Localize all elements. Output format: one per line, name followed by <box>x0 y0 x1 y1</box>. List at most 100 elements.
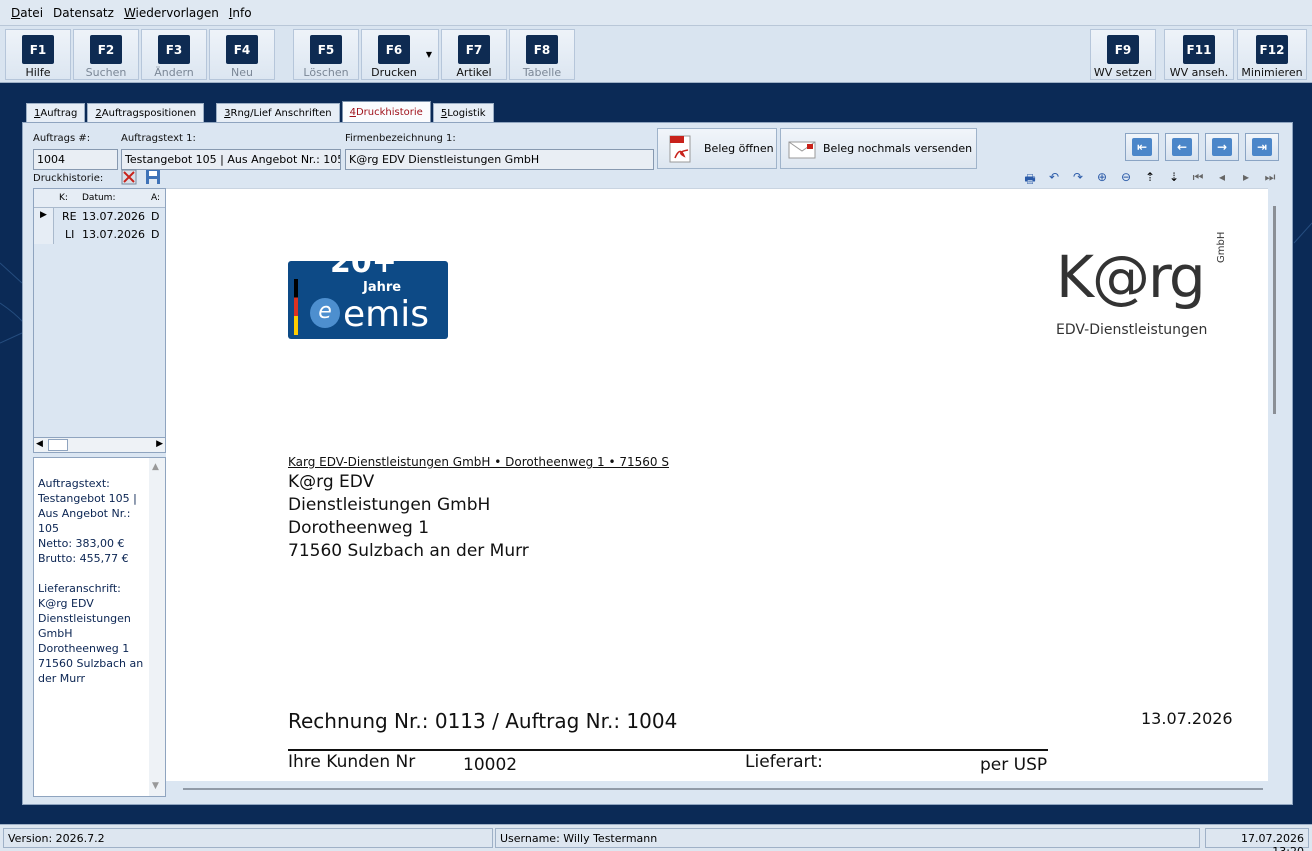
address-line-4: 71560 Sulzbach an der Murr <box>288 541 529 561</box>
grid-horizontal-scrollbar[interactable]: ◀ ▶ <box>33 437 166 453</box>
print-icon[interactable]: 🖶 <box>1018 170 1042 186</box>
find-up-icon[interactable]: ⇡ <box>1138 170 1162 186</box>
resend-document-label: Beleg nochmals versenden <box>823 142 973 155</box>
table-row[interactable]: ▶ RE 13.07.2026 D <box>34 208 165 226</box>
f11-view-reminder-button[interactable]: F11 WV anseh. <box>1164 29 1234 80</box>
tab-anschriften-label: Rng/Lief Anschriften <box>230 108 332 119</box>
firmenbezeichnung-label: Firmenbezeichnung 1: <box>345 133 456 144</box>
tab-strip: 1 Auftrag 2 Auftragspositionen 3 Rng/Lie… <box>26 101 496 123</box>
pdf-icon <box>669 135 691 162</box>
f6-print-button[interactable]: F6 Drucken ▼ <box>361 29 439 80</box>
prev-page-icon[interactable]: ◂ <box>1210 170 1234 186</box>
document-preview: 20+ Jahre e emis K@rg GmbH EDV-Dienstlei… <box>166 188 1276 781</box>
resend-document-button[interactable]: Beleg nochmals versenden <box>780 128 977 169</box>
f5-delete-button[interactable]: F5 Löschen <box>293 29 359 80</box>
first-page-icon[interactable]: ⏮ <box>1186 170 1210 186</box>
scroll-right-icon[interactable]: ▶ <box>156 439 163 449</box>
order-info-box: Auftragstext: Testangebot 105 | Aus Ange… <box>33 457 166 797</box>
save-icon[interactable] <box>145 169 161 185</box>
auftrag-number-field[interactable]: 1004 <box>33 149 118 170</box>
f11-cap: F11 <box>1183 35 1215 64</box>
e-icon: e <box>310 298 340 328</box>
prev-record-button[interactable]: ← <box>1165 133 1199 161</box>
row-datum: 13.07.2026 <box>82 210 145 223</box>
table-row[interactable]: LI 13.07.2026 D <box>34 226 165 244</box>
scroll-thumb[interactable] <box>48 439 68 451</box>
menu-datensatz[interactable]: Datensatz <box>48 6 119 20</box>
f7-article-button[interactable]: F7 Artikel <box>441 29 507 80</box>
f7-label: Artikel <box>456 66 492 79</box>
function-toolbar: F1 Hilfe F2 Suchen F3 Ändern F4 Neu F5 Lösche… <box>0 26 1312 83</box>
f3-edit-button[interactable]: F3 Ändern <box>141 29 207 80</box>
tab-auftragspositionen[interactable]: 2 Auftragspositionen <box>87 103 205 123</box>
logo-gmbh: GmbH <box>1216 231 1227 263</box>
tab-logistik[interactable]: 5 Logistik <box>432 103 494 123</box>
druckhistorie-panel: Auftrags #: 1004 Auftragstext 1: Testang… <box>22 122 1293 805</box>
customer-no-label: Ihre Kunden Nr <box>288 752 416 772</box>
row-selected-icon: ▶ <box>40 210 47 220</box>
f9-set-reminder-button[interactable]: F9 WV setzen <box>1090 29 1156 80</box>
open-document-button[interactable]: Beleg öffnen <box>657 128 777 169</box>
scroll-up-icon[interactable]: ▲ <box>152 460 159 475</box>
logo-emis: emis <box>343 294 429 335</box>
f5-cap: F5 <box>310 35 342 64</box>
f4-new-button[interactable]: F4 Neu <box>209 29 275 80</box>
f1-label: Hilfe <box>25 66 51 79</box>
f4-label: Neu <box>231 66 253 79</box>
find-down-icon[interactable]: ⇣ <box>1162 170 1186 186</box>
f2-search-button[interactable]: F2 Suchen <box>73 29 139 80</box>
f12-cap: F12 <box>1256 35 1288 64</box>
next-record-button[interactable]: → <box>1205 133 1239 161</box>
address-line-1: K@rg EDV <box>288 472 375 492</box>
tab-druckhistorie[interactable]: 4 Druckhistorie <box>341 101 431 123</box>
next-page-icon[interactable]: ▸ <box>1234 170 1258 186</box>
redo-icon[interactable]: ↷ <box>1066 170 1090 186</box>
undo-icon[interactable]: ↶ <box>1042 170 1066 186</box>
f8-cap: F8 <box>526 35 558 64</box>
menu-wiedervorlagen[interactable]: Wiedervorlagen <box>119 6 224 20</box>
chevron-down-icon[interactable]: ▼ <box>426 50 432 59</box>
open-document-label: Beleg öffnen <box>704 142 774 155</box>
f4-cap: F4 <box>226 35 258 64</box>
auftragstext-field[interactable]: Testangebot 105 | Aus Angebot Nr.: 105 <box>121 149 341 170</box>
f3-label: Ändern <box>154 66 194 79</box>
zoom-in-icon[interactable]: ⊕ <box>1090 170 1114 186</box>
delivery-type-value: per USP <box>980 755 1048 775</box>
f11-label: WV anseh. <box>1169 66 1229 79</box>
menu-datei[interactable]: Datei <box>6 6 48 20</box>
sender-line: Karg EDV-Dienstleistungen GmbH • Dorothe… <box>288 455 669 469</box>
tab-auftrag[interactable]: 1 Auftrag <box>26 103 86 123</box>
delivery-type-label: Lieferart: <box>745 752 823 772</box>
flag-stripe <box>294 279 298 335</box>
menu-datei-label: atei <box>20 5 44 20</box>
f9-cap: F9 <box>1107 35 1139 64</box>
f9-label: WV setzen <box>1093 66 1153 79</box>
info-vertical-scrollbar[interactable]: ▲ ▼ <box>149 458 165 796</box>
order-info-text: Auftragstext: Testangebot 105 | Aus Ange… <box>38 477 144 685</box>
envelope-icon <box>788 141 816 158</box>
f1-help-button[interactable]: F1 Hilfe <box>5 29 71 80</box>
status-datetime: 17.07.2026 13:20 <box>1205 828 1309 851</box>
firmenbezeichnung-field[interactable]: K@rg EDV Dienstleistungen GmbH <box>345 149 654 170</box>
scroll-down-icon[interactable]: ▼ <box>152 779 159 794</box>
f8-label: Tabelle <box>522 66 562 79</box>
last-record-icon: ⇥ <box>1252 138 1272 156</box>
scroll-left-icon[interactable]: ◀ <box>36 439 43 449</box>
first-record-button[interactable]: ⇤ <box>1125 133 1159 161</box>
f3-cap: F3 <box>158 35 190 64</box>
preview-horizontal-scrollbar[interactable] <box>183 788 1263 790</box>
f6-cap: F6 <box>378 35 410 64</box>
preview-vertical-scrollbar[interactable] <box>1273 206 1276 414</box>
row-k: LI <box>65 228 75 241</box>
menu-info[interactable]: Info <box>224 6 257 20</box>
delete-icon[interactable] <box>121 169 137 185</box>
zoom-out-icon[interactable]: ⊖ <box>1114 170 1138 186</box>
f12-minimize-button[interactable]: F12 Minimieren <box>1237 29 1307 80</box>
tab-anschriften[interactable]: 3 Rng/Lief Anschriften <box>216 103 340 123</box>
druckhistorie-grid: K: Datum: A: ▶ RE 13.07.2026 D LI 13.07.… <box>33 188 166 453</box>
last-record-button[interactable]: ⇥ <box>1245 133 1279 161</box>
f12-label: Minimieren <box>1241 66 1303 79</box>
last-page-icon[interactable]: ⏭ <box>1258 170 1282 186</box>
auftragstext-label: Auftragstext 1: <box>121 133 196 144</box>
f8-table-button[interactable]: F8 Tabelle <box>509 29 575 80</box>
